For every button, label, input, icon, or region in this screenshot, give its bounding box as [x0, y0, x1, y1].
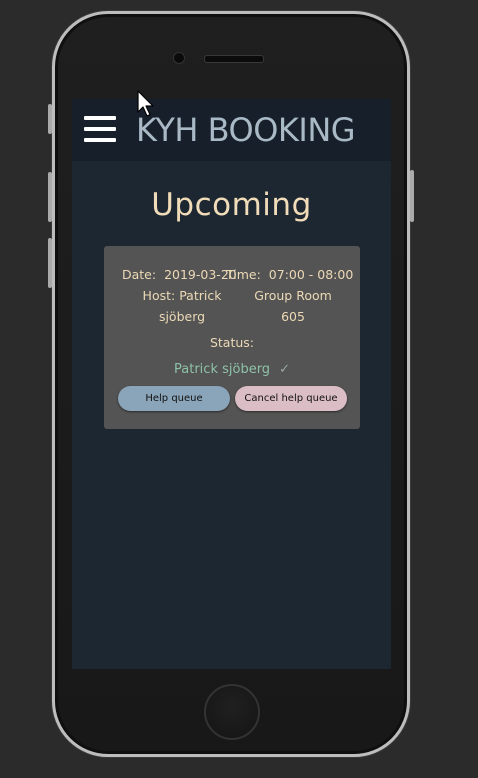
- time-value: 07:00 - 08:00: [268, 267, 354, 282]
- mouse-cursor-icon: [137, 90, 154, 117]
- volume-up-button: [48, 172, 52, 222]
- host-line-2: sjöberg: [158, 309, 206, 324]
- room-line-1: Group Room: [254, 288, 332, 303]
- queue-name: Patrick sjöberg: [174, 362, 271, 377]
- queue-entry: Patrick sjöberg ✓: [104, 362, 360, 377]
- date-row: Date: 2019-03-20: [122, 267, 237, 282]
- front-camera: [173, 52, 185, 64]
- app-screen: KYH BOOKING Upcoming Date: 2019-03-20 Ti…: [72, 99, 391, 669]
- time-label: Time:: [226, 267, 261, 282]
- home-button[interactable]: [204, 684, 260, 740]
- help-queue-button[interactable]: Help queue: [118, 386, 230, 411]
- host-line-1: Host: Patrick: [142, 288, 222, 303]
- mute-switch: [48, 104, 52, 134]
- cancel-help-queue-button[interactable]: Cancel help queue: [235, 386, 347, 411]
- check-icon: ✓: [279, 362, 290, 377]
- date-label: Date:: [122, 267, 157, 282]
- app-brand: KYH BOOKING: [136, 111, 356, 149]
- power-button: [410, 170, 414, 222]
- volume-down-button: [48, 238, 52, 288]
- status-label: Status:: [209, 335, 255, 350]
- hamburger-menu-icon[interactable]: [84, 114, 116, 144]
- room-line-2: 605: [281, 309, 305, 324]
- time-row: Time: 07:00 - 08:00: [226, 267, 353, 282]
- page-title: Upcoming: [151, 187, 312, 223]
- booking-card: Date: 2019-03-20 Time: 07:00 - 08:00 Hos…: [104, 246, 360, 429]
- earpiece-speaker: [204, 55, 264, 63]
- app-header: KYH BOOKING: [72, 99, 391, 161]
